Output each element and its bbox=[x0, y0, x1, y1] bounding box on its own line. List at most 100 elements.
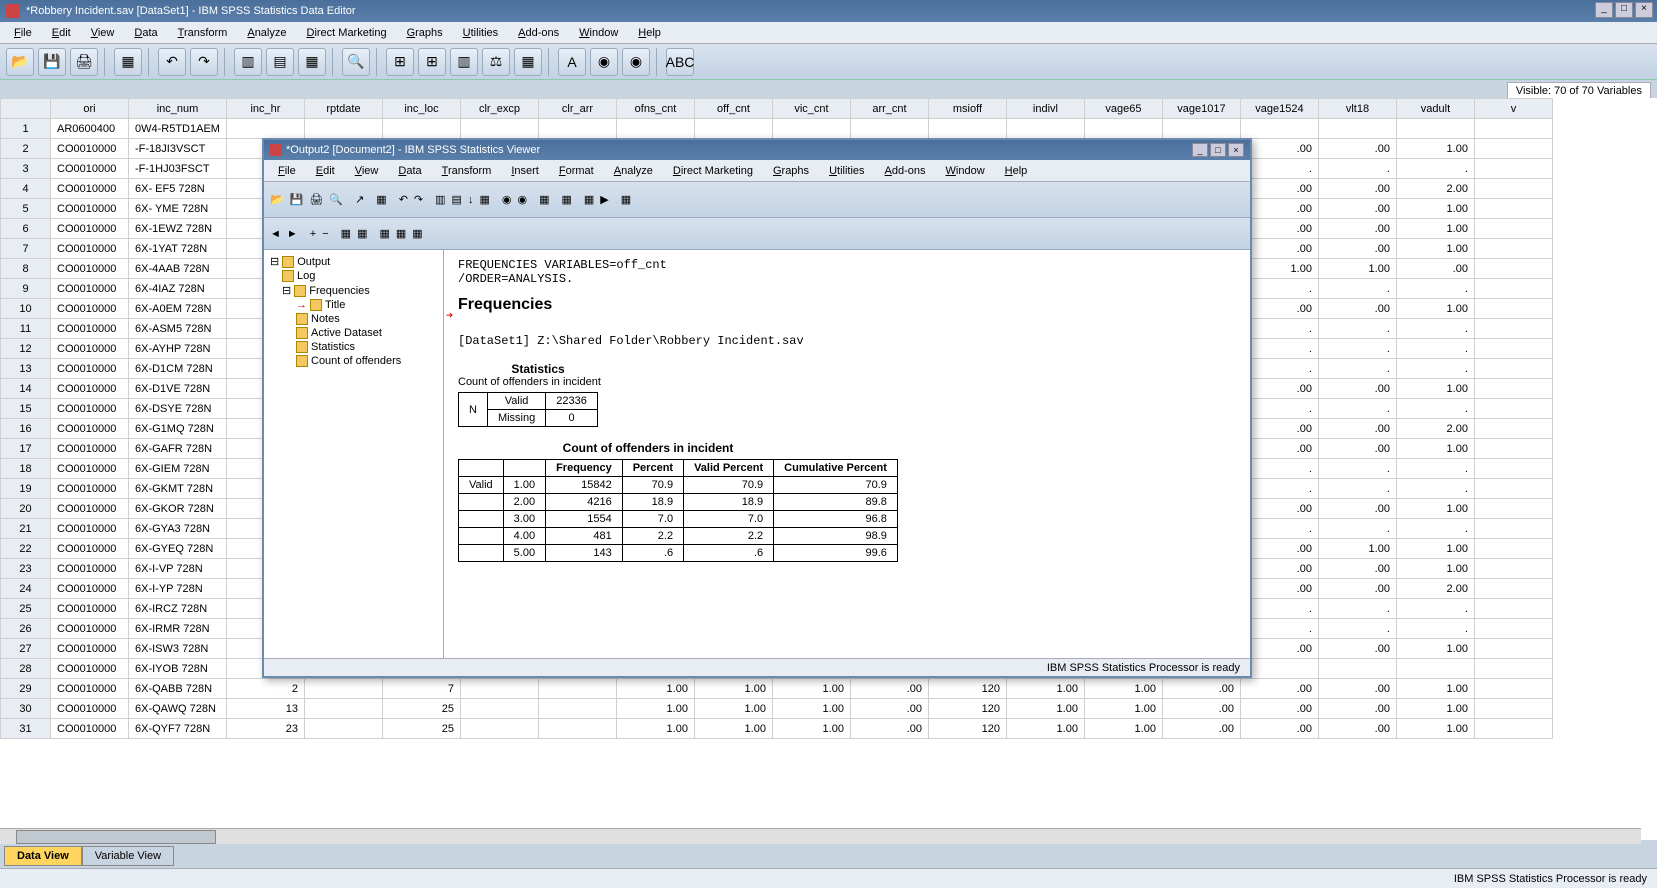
viewer-mb-icon[interactable]: ▦ bbox=[621, 193, 631, 206]
table-row[interactable]: 31CO00100006X-QYF7 728N23251.001.001.00.… bbox=[1, 719, 1553, 739]
viewer-menu-edit[interactable]: Edit bbox=[306, 163, 345, 179]
viewer-menu-help[interactable]: Help bbox=[995, 163, 1038, 179]
usesets-icon[interactable]: ◉ bbox=[590, 48, 618, 76]
col-vage65[interactable]: vage65 bbox=[1084, 99, 1162, 119]
menu-edit[interactable]: Edit bbox=[42, 25, 81, 41]
viewer-collapse-icon[interactable]: ▦ bbox=[357, 227, 367, 240]
menu-view[interactable]: View bbox=[81, 25, 125, 41]
menu-window[interactable]: Window bbox=[569, 25, 628, 41]
row-header[interactable]: 10 bbox=[1, 299, 51, 319]
viewer-promote-icon[interactable]: + bbox=[310, 228, 316, 240]
col-ori[interactable]: ori bbox=[51, 99, 129, 119]
row-header[interactable]: 5 bbox=[1, 199, 51, 219]
row-header[interactable]: 3 bbox=[1, 159, 51, 179]
outline-title[interactable]: → Title bbox=[268, 298, 439, 312]
menu-transform[interactable]: Transform bbox=[168, 25, 238, 41]
outline-count[interactable]: Count of offenders bbox=[268, 354, 439, 368]
viewer-titlebar[interactable]: *Output2 [Document2] - IBM SPSS Statisti… bbox=[264, 140, 1250, 160]
viewer-gotocase-icon[interactable]: ▤ bbox=[452, 193, 462, 206]
menu-analyze[interactable]: Analyze bbox=[237, 25, 296, 41]
viewer-preview-icon[interactable]: 🔍 bbox=[329, 193, 343, 206]
viewer-showall-icon[interactable]: ◉ bbox=[517, 193, 527, 206]
table-row[interactable]: 30CO00100006X-QAWQ 728N13251.001.001.00.… bbox=[1, 699, 1553, 719]
viewer-print-icon[interactable]: 🖨 bbox=[309, 193, 323, 206]
save-icon[interactable]: 💾 bbox=[38, 48, 66, 76]
viewer-save-icon[interactable]: 💾 bbox=[290, 193, 304, 206]
outline-output[interactable]: ⊟ Output bbox=[268, 254, 439, 269]
col-vage1524[interactable]: vage1524 bbox=[1240, 99, 1318, 119]
minimize-button[interactable]: _ bbox=[1595, 2, 1613, 18]
viewer-menu-analyze[interactable]: Analyze bbox=[604, 163, 663, 179]
recall-icon[interactable]: ▦ bbox=[114, 48, 142, 76]
selectcases-icon[interactable]: ▦ bbox=[514, 48, 542, 76]
viewer-menu-format[interactable]: Format bbox=[549, 163, 604, 179]
table-row[interactable]: 29CO00100006X-QABB 728N271.001.001.00.00… bbox=[1, 679, 1553, 699]
col-v[interactable]: v bbox=[1474, 99, 1552, 119]
print-icon[interactable]: 🖨 bbox=[70, 48, 98, 76]
row-header[interactable]: 15 bbox=[1, 399, 51, 419]
viewer-undo-icon[interactable]: ↶ bbox=[399, 193, 408, 206]
outline-statistics[interactable]: Statistics bbox=[268, 340, 439, 354]
col-vlt18[interactable]: vlt18 bbox=[1318, 99, 1396, 119]
row-header[interactable]: 11 bbox=[1, 319, 51, 339]
weight-icon[interactable]: ⚖ bbox=[482, 48, 510, 76]
viewer-designate-icon[interactable]: ▦ bbox=[584, 193, 594, 206]
row-header[interactable]: 7 bbox=[1, 239, 51, 259]
viewer-maximize-button[interactable]: □ bbox=[1210, 143, 1226, 157]
undo-icon[interactable]: ↶ bbox=[158, 48, 186, 76]
col-vadult[interactable]: vadult bbox=[1396, 99, 1474, 119]
tab-variable-view[interactable]: Variable View bbox=[82, 846, 174, 866]
menu-utilities[interactable]: Utilities bbox=[453, 25, 508, 41]
col-indivl[interactable]: indivl bbox=[1006, 99, 1084, 119]
viewer-associate-icon[interactable]: ▦ bbox=[561, 193, 571, 206]
menu-data[interactable]: Data bbox=[124, 25, 167, 41]
viewer-outline-pane[interactable]: ⊟ Output Log ⊟ Frequencies → Title Notes… bbox=[264, 250, 444, 658]
row-header[interactable]: 30 bbox=[1, 699, 51, 719]
showall-icon[interactable]: ◉ bbox=[622, 48, 650, 76]
col-rptdate[interactable]: rptdate bbox=[304, 99, 382, 119]
find-icon[interactable]: 🔍 bbox=[342, 48, 370, 76]
col-clr_excp[interactable]: clr_excp bbox=[460, 99, 538, 119]
viewer-forward-icon[interactable]: ► bbox=[287, 228, 298, 240]
menu-add-ons[interactable]: Add-ons bbox=[508, 25, 569, 41]
menu-file[interactable]: File bbox=[4, 25, 42, 41]
valuelabels-icon[interactable]: A bbox=[558, 48, 586, 76]
outline-active-dataset[interactable]: Active Dataset bbox=[268, 326, 439, 340]
row-header[interactable]: 28 bbox=[1, 659, 51, 679]
viewer-show-icon[interactable]: ▦ bbox=[379, 227, 389, 240]
col-inc_hr[interactable]: inc_hr bbox=[226, 99, 304, 119]
viewer-run-icon[interactable]: ▶ bbox=[600, 193, 608, 206]
gotovariable-icon[interactable]: ▤ bbox=[266, 48, 294, 76]
viewer-selectlast-icon[interactable]: ▦ bbox=[539, 193, 549, 206]
row-header[interactable]: 9 bbox=[1, 279, 51, 299]
row-header[interactable]: 8 bbox=[1, 259, 51, 279]
outline-notes[interactable]: Notes bbox=[268, 312, 439, 326]
menu-graphs[interactable]: Graphs bbox=[397, 25, 453, 41]
row-header[interactable]: 26 bbox=[1, 619, 51, 639]
outline-frequencies[interactable]: ⊟ Frequencies bbox=[268, 283, 439, 298]
close-button[interactable]: × bbox=[1635, 2, 1653, 18]
viewer-redo-icon[interactable]: ↷ bbox=[414, 193, 423, 206]
col-ofns_cnt[interactable]: ofns_cnt bbox=[616, 99, 694, 119]
frequency-table[interactable]: FrequencyPercentValid PercentCumulative … bbox=[458, 459, 898, 562]
viewer-minimize-button[interactable]: _ bbox=[1192, 143, 1208, 157]
insertvar-icon[interactable]: ⊞ bbox=[418, 48, 446, 76]
col-arr_cnt[interactable]: arr_cnt bbox=[850, 99, 928, 119]
row-header[interactable]: 20 bbox=[1, 499, 51, 519]
viewer-menu-file[interactable]: File bbox=[268, 163, 306, 179]
redo-icon[interactable]: ↷ bbox=[190, 48, 218, 76]
viewer-hide-icon[interactable]: ▦ bbox=[396, 227, 406, 240]
viewer-export-icon[interactable]: ↗ bbox=[355, 193, 364, 206]
viewer-expand-icon[interactable]: ▦ bbox=[341, 227, 351, 240]
col-vic_cnt[interactable]: vic_cnt bbox=[772, 99, 850, 119]
spellcheck-icon[interactable]: ABC bbox=[666, 48, 694, 76]
viewer-menu-insert[interactable]: Insert bbox=[501, 163, 549, 179]
insertcase-icon[interactable]: ⊞ bbox=[386, 48, 414, 76]
variables-icon[interactable]: ▦ bbox=[298, 48, 326, 76]
row-header[interactable]: 27 bbox=[1, 639, 51, 659]
menu-directmarketing[interactable]: Direct Marketing bbox=[296, 25, 396, 41]
col-inc_num[interactable]: inc_num bbox=[129, 99, 227, 119]
col-msioff[interactable]: msioff bbox=[928, 99, 1006, 119]
row-header[interactable]: 31 bbox=[1, 719, 51, 739]
col-off_cnt[interactable]: off_cnt bbox=[694, 99, 772, 119]
